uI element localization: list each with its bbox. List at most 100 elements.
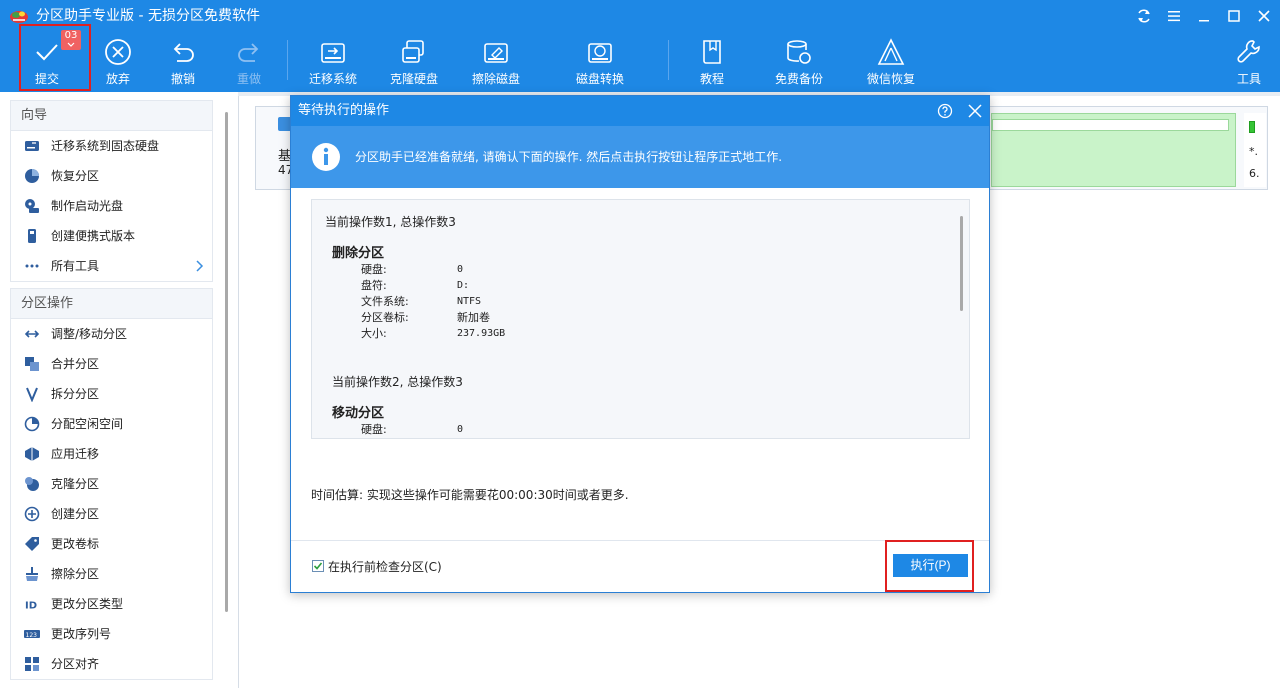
redo-button[interactable]: 重做 [227,32,271,92]
portable-icon [28,229,36,243]
database-backup-icon [787,40,811,64]
sidebar-item-label: 调整/移动分区 [51,327,128,341]
partition-small-size: 6. [1249,167,1260,180]
refresh-icon [1138,9,1150,23]
sidebar-item-split[interactable]: 拆分分区 [11,379,212,409]
sidebar-item-label: 创建分区 [51,507,100,521]
svg-text:ID: ID [25,601,37,612]
sidebar-item-label: 更改卷标 [51,537,100,551]
close-icon [1258,10,1270,22]
partition-small-name: *. [1249,145,1258,158]
menu-button[interactable] [1164,6,1184,26]
resize-icon [24,330,40,338]
op1-field-value: D: [457,280,470,291]
hamburger-icon [1168,11,1180,22]
partition-block[interactable] [991,113,1236,187]
clone-disk-icon [402,40,424,63]
op1-field-value: 0 [457,264,464,275]
sidebar-item-allocate-free-space[interactable]: 分配空闲空间 [11,409,212,439]
migrate-os-label: 迁移系统 [308,72,357,86]
svg-text:123: 123 [26,632,38,639]
wechat-recover-button[interactable]: 微信恢复 [861,32,921,92]
bootable-disc-icon [25,199,39,213]
free-backup-button[interactable]: 免费备份 [769,32,829,92]
sidebar-item-app-migrate[interactable]: 应用迁移 [11,439,212,469]
sidebar-item-create-partition[interactable]: 创建分区 [11,499,212,529]
sidebar: 向导 迁移系统到固态硬盘 恢复分区 制作启动光盘 创建便携式版本 所有工具 分区… [10,100,213,688]
disk-convert-icon [588,43,612,63]
sidebar-item-change-label[interactable]: 更改卷标 [11,529,212,559]
sidebar-item-align[interactable]: 分区对齐 [11,649,212,679]
refresh-button[interactable] [1134,6,1154,26]
free-backup-label: 免费备份 [774,72,823,86]
op1-field-value: 237.93GB [457,328,506,339]
tutorial-button[interactable]: 教程 [690,32,734,92]
close-icon[interactable] [966,102,984,120]
merge-icon [25,357,39,371]
close-button[interactable] [1254,6,1274,26]
chevron-down-icon [67,42,75,47]
wipe-disk-label: 擦除磁盘 [471,72,520,86]
op2-field-value: 0 [457,424,464,435]
sidebar-scrollbar[interactable] [225,112,228,612]
sidebar-item-portable[interactable]: 创建便携式版本 [11,221,212,251]
sidebar-item-change-serial[interactable]: 123 更改序列号 [11,619,212,649]
sidebar-item-change-type[interactable]: ID 更改分区类型 [11,589,212,619]
op1-field-key: 文件系统: [361,295,409,308]
operations-list[interactable]: 当前操作数1, 总操作数3 删除分区 硬盘: 0 盘符: D: 文件系统: NT… [311,199,970,439]
pending-operations-dialog: 等待执行的操作 分区助手已经准备就绪, 请确认下面的操作. 然后点击执行按钮让程… [290,95,990,593]
clone-icon [25,477,39,491]
sidebar-item-label: 制作启动光盘 [51,199,124,213]
check-partition-checkbox[interactable]: 在执行前检查分区(C) [312,558,442,574]
partition-block-small[interactable]: *. 6. [1244,113,1266,187]
tutorial-label: 教程 [699,72,724,86]
sidebar-item-label: 合并分区 [51,357,100,371]
app-logo-icon [10,11,28,23]
sidebar-item-migrate-ssd[interactable]: 迁移系统到固态硬盘 [11,131,212,161]
migrate-disk-icon [321,43,345,63]
redo-label: 重做 [236,72,261,86]
sidebar-item-all-tools[interactable]: 所有工具 [11,251,212,281]
dialog-info-text: 分区助手已经准备就绪, 请确认下面的操作. 然后点击执行按钮让程序正式地工作. [355,150,783,164]
sidebar-item-label: 恢复分区 [51,169,100,183]
discard-button[interactable]: 放弃 [96,32,140,92]
checkbox-box[interactable] [312,560,324,572]
wrench-icon [1237,40,1260,63]
migrate-os-button[interactable]: 迁移系统 [303,32,363,92]
op1-field-key: 硬盘: [361,263,387,276]
op2-title: 移动分区 [332,406,385,421]
info-icon [312,143,340,171]
toolbar-separator [287,40,288,80]
time-estimate: 时间估算: 实现这些操作可能需要花00:00:30时间或者更多. [311,488,629,502]
wipe-disk-button[interactable]: 擦除磁盘 [466,32,526,92]
sidebar-item-bootable-disc[interactable]: 制作启动光盘 [11,191,212,221]
sidebar-item-label: 更改序列号 [51,627,112,641]
clone-disk-button[interactable]: 克隆硬盘 [384,32,444,92]
maximize-button[interactable] [1224,6,1244,26]
operations-scrollbar[interactable] [960,216,963,311]
redo-icon [238,43,259,62]
sidebar-item-wipe-partition[interactable]: 擦除分区 [11,559,212,589]
undo-label: 撤销 [170,72,195,86]
sidebar-item-label: 擦除分区 [51,567,100,581]
partition-usage-mark [1249,121,1255,133]
op1-header: 当前操作数1, 总操作数3 [325,215,456,229]
sidebar-item-recover-partition[interactable]: 恢复分区 [11,161,212,191]
execute-button[interactable]: 执行(P) [893,554,968,577]
app-header: 分区助手专业版 - 无损分区免费软件 提交 放弃 撤销 重做 迁移系统 克隆硬盘… [0,0,1280,92]
sidebar-item-label: 迁移系统到固态硬盘 [51,139,160,153]
minimize-button[interactable] [1194,6,1214,26]
sidebar-item-merge[interactable]: 合并分区 [11,349,212,379]
undo-button[interactable]: 撤销 [161,32,205,92]
help-icon[interactable] [936,102,954,120]
tools-button[interactable]: 工具 [1232,32,1266,92]
pending-ops-badge: 03 [61,30,81,50]
disk-convert-button[interactable]: 磁盘转换 [570,32,630,92]
split-icon [26,387,38,402]
sidebar-item-label: 克隆分区 [51,477,100,491]
sidebar-item-resize[interactable]: 调整/移动分区 [11,319,212,349]
sidebar-item-clone-partition[interactable]: 克隆分区 [11,469,212,499]
sidebar-item-label: 创建便携式版本 [51,229,136,243]
dialog-title-bar[interactable]: 等待执行的操作 [291,96,989,126]
wizard-section: 向导 迁移系统到固态硬盘 恢复分区 制作启动光盘 创建便携式版本 所有工具 [10,100,213,282]
